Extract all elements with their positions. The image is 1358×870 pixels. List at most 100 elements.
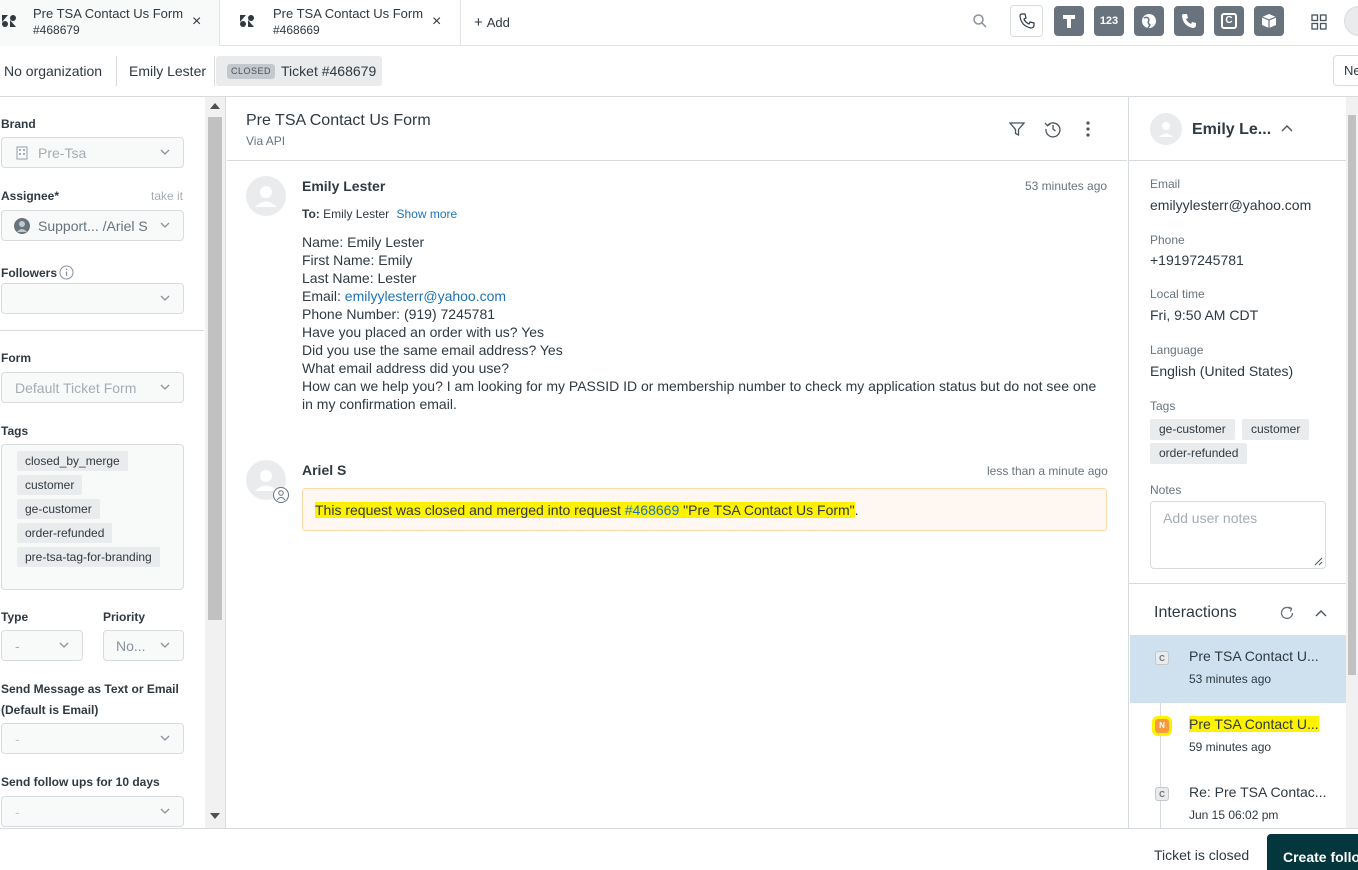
left-scrollbar[interactable]	[205, 97, 225, 828]
scroll-down-icon[interactable]	[210, 813, 220, 819]
c-app-icon[interactable]: C	[1214, 6, 1244, 36]
followers-input[interactable]	[1, 283, 184, 314]
show-more-link[interactable]: Show more	[396, 207, 457, 221]
priority-select[interactable]: No...	[103, 630, 184, 661]
info-icon[interactable]	[59, 265, 74, 280]
avatar[interactable]	[246, 176, 286, 216]
phone-icon[interactable]	[1010, 5, 1043, 37]
ticket-tab-468669[interactable]: Pre TSA Contact Us Form #468669 ×	[220, 0, 461, 46]
tag-pill[interactable]: order-refunded	[17, 523, 113, 543]
interaction-badge: C	[1155, 787, 1169, 801]
filter-icon[interactable]	[1009, 121, 1025, 137]
interaction-title: Pre TSA Contact U...	[1189, 716, 1319, 732]
take-it-link[interactable]: take it	[151, 189, 183, 203]
next-button[interactable]: Ne	[1333, 55, 1358, 86]
brand-select[interactable]: Pre-Tsa	[1, 137, 184, 168]
phone-label: Phone	[1150, 233, 1185, 247]
user-tag[interactable]: customer	[1242, 419, 1310, 440]
profile-avatar[interactable]	[1344, 6, 1358, 36]
assignee-select[interactable]: Support... /Ariel S	[1, 210, 184, 241]
interactions-heading: Interactions	[1154, 604, 1237, 621]
type-select[interactable]: -	[1, 630, 83, 661]
merged-ticket-link[interactable]: #468669	[624, 502, 680, 518]
body-line: Phone Number: (919) 7245781	[302, 306, 496, 322]
user-name[interactable]: Emily Le...	[1192, 121, 1271, 139]
send-message-select[interactable]: -	[1, 723, 184, 754]
breadcrumb-ticket[interactable]: CLOSED Ticket #468679	[216, 56, 382, 86]
tag-pill[interactable]: ge-customer	[17, 499, 100, 519]
form-select[interactable]: Default Ticket Form	[1, 372, 184, 403]
email-label: Email:	[302, 288, 341, 304]
resize-handle-icon[interactable]	[1314, 557, 1323, 566]
to-label: To:	[302, 207, 320, 221]
message-time: less than a minute ago	[987, 464, 1108, 478]
agent-avatar-icon	[14, 218, 30, 234]
ticket-tab-468679[interactable]: Pre TSA Contact Us Form #468679 ×	[0, 0, 220, 46]
create-followup-button[interactable]: Create follow	[1267, 834, 1358, 870]
more-options-icon[interactable]	[1086, 121, 1090, 137]
search-icon[interactable]	[972, 13, 988, 29]
tab-close-icon[interactable]: ×	[192, 13, 201, 31]
scrollbar-thumb[interactable]	[1348, 115, 1356, 675]
message-time: 53 minutes ago	[1025, 179, 1108, 193]
interaction-time: Jun 15 06:02 pm	[1189, 808, 1279, 822]
chevron-down-icon	[159, 292, 171, 304]
merge-end: .	[854, 502, 859, 518]
tag-pill[interactable]: customer	[17, 475, 83, 495]
user-email[interactable]: emilyylesterr@yahoo.com	[1150, 197, 1311, 213]
interaction-item[interactable]: C Pre TSA Contact U... 53 minutes ago	[1130, 635, 1348, 703]
scrollbar-thumb[interactable]	[208, 117, 222, 620]
email-link[interactable]: emilyylesterr@yahoo.com	[345, 288, 506, 304]
section-divider	[0, 330, 204, 331]
user-avatar[interactable]	[1150, 113, 1182, 145]
right-scrollbar[interactable]	[1346, 97, 1358, 828]
local-time-value: Fri, 9:50 AM CDT	[1150, 307, 1259, 323]
status-badge: CLOSED	[227, 64, 276, 79]
breadcrumb-organization[interactable]: No organization	[0, 56, 117, 86]
chevron-down-icon	[159, 381, 171, 393]
phone-filled-icon[interactable]	[1174, 6, 1204, 36]
chevron-up-icon[interactable]	[1280, 123, 1294, 133]
chevron-down-icon	[159, 219, 171, 231]
box-icon[interactable]	[1254, 6, 1284, 36]
message-body: Name: Emily Lester First Name: Emily Las…	[302, 233, 1107, 413]
user-tag[interactable]: order-refunded	[1150, 443, 1248, 464]
chevron-down-icon	[159, 639, 171, 651]
breadcrumb-requester[interactable]: Emily Lester	[117, 56, 215, 86]
number-123-icon[interactable]: 123	[1094, 6, 1124, 36]
globe-icon[interactable]	[1134, 6, 1164, 36]
chevron-down-icon	[159, 805, 171, 817]
message-author[interactable]: Ariel S	[302, 462, 346, 478]
chevron-down-icon	[159, 146, 171, 158]
user-phone[interactable]: +19197245781	[1150, 252, 1244, 268]
grid-icon[interactable]	[1311, 14, 1327, 30]
tags-input[interactable]: closed_by_merge customer ge-customer ord…	[1, 444, 184, 590]
body-line: Name: Emily Lester	[302, 234, 425, 250]
chevron-up-icon[interactable]	[1314, 608, 1328, 618]
scroll-up-icon[interactable]	[210, 103, 220, 109]
email-label: Email	[1150, 177, 1181, 191]
top-tab-bar: Pre TSA Contact Us Form #468679 × Pre TS…	[0, 0, 1358, 46]
tab-close-icon[interactable]: ×	[432, 13, 441, 31]
form-label: Form	[1, 351, 31, 365]
add-tab-button[interactable]: + Add	[474, 14, 510, 31]
ticket-properties-panel: Brand Pre-Tsa Assignee* take it Support.…	[0, 97, 226, 828]
send-message-value: -	[15, 731, 20, 747]
tag-pill[interactable]: pre-tsa-tag-for-branding	[17, 547, 160, 567]
assignee-value: Support... /Ariel S	[38, 218, 148, 234]
notes-textarea[interactable]: Add user notes	[1150, 501, 1326, 569]
followups-select[interactable]: -	[1, 796, 184, 827]
refresh-icon[interactable]	[1279, 605, 1295, 621]
text-t-icon[interactable]	[1054, 6, 1084, 36]
history-icon[interactable]	[1044, 120, 1062, 138]
ticket-subject: Pre TSA Contact Us Form	[246, 112, 431, 129]
tab-ticket-id: #468669	[273, 23, 320, 37]
message-author[interactable]: Emily Lester	[302, 178, 385, 194]
form-value: Default Ticket Form	[15, 380, 137, 396]
send-message-label: Send Message as Text or Email	[1, 682, 179, 696]
merge-notice-text: This request was closed and merged into …	[315, 502, 859, 518]
interaction-item[interactable]: N Pre TSA Contact U... 59 minutes ago	[1130, 703, 1348, 771]
interaction-item[interactable]: C Re: Pre TSA Contac... Jun 15 06:02 pm	[1130, 771, 1348, 828]
tag-pill[interactable]: closed_by_merge	[17, 451, 128, 471]
user-tag[interactable]: ge-customer	[1150, 419, 1235, 440]
